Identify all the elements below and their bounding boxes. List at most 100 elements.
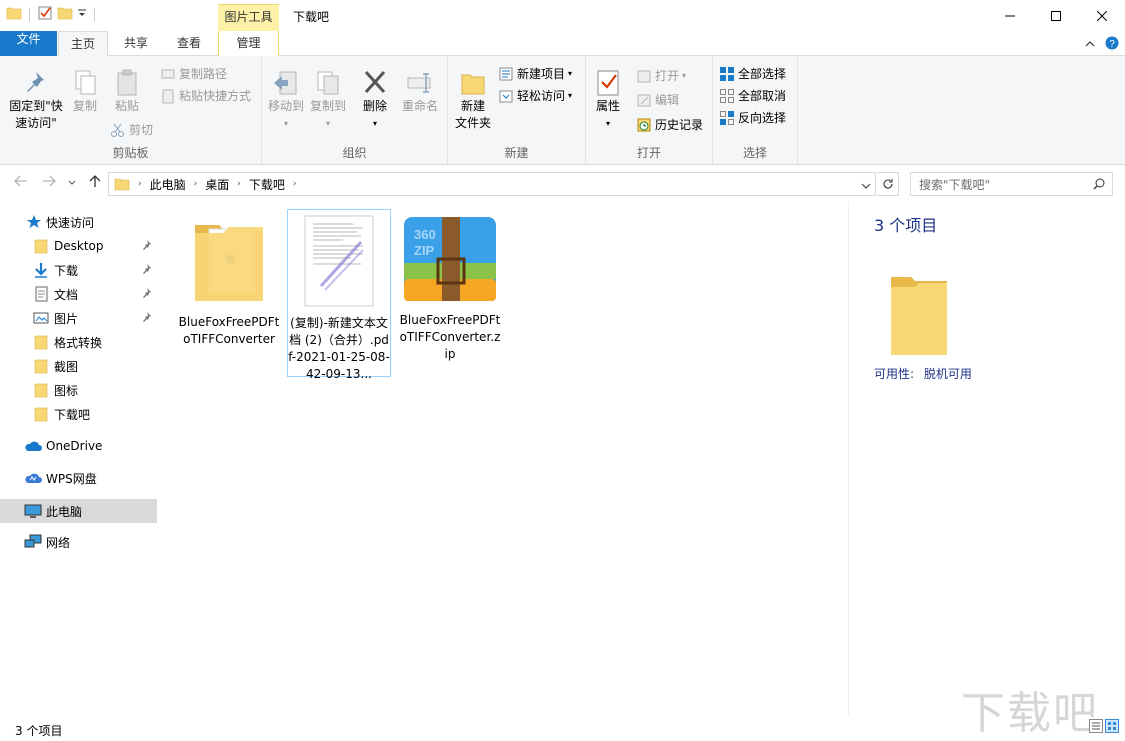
- nav-item-xiazaiba[interactable]: 下载吧: [0, 403, 157, 425]
- list-item[interactable]: (复制)-新建文本文档 (2)（合并）.pdf-2021-01-25-08-42…: [287, 209, 391, 381]
- forward-button[interactable]: [42, 175, 56, 191]
- copy-path-button[interactable]: 复制路径: [160, 65, 227, 82]
- back-button[interactable]: [14, 175, 28, 191]
- breadcrumb-separator: ›: [193, 179, 198, 189]
- nav-item-pictures[interactable]: 图片: [0, 307, 157, 329]
- folder-icon: [34, 383, 48, 398]
- new-item-button[interactable]: 新建项目 ▾: [498, 65, 572, 82]
- nav-network[interactable]: 网络: [0, 531, 157, 553]
- tiff-thumbnail-icon: [304, 215, 374, 307]
- rename-button[interactable]: 重命名: [398, 68, 442, 115]
- tab-home[interactable]: 主页: [58, 31, 108, 57]
- delete-button[interactable]: 删除 ▾: [358, 68, 392, 132]
- help-icon[interactable]: ?: [1105, 36, 1119, 53]
- history-button[interactable]: 历史记录: [636, 116, 703, 133]
- maximize-button[interactable]: [1033, 0, 1079, 31]
- refresh-icon: [883, 179, 893, 189]
- ribbon-tabs: 文件 主页 共享 查看 管理 ?: [0, 31, 1125, 57]
- paste-button[interactable]: 粘贴: [110, 68, 144, 115]
- search-input[interactable]: 搜索"下载吧": [910, 172, 1113, 196]
- copy-button[interactable]: 复制: [68, 68, 102, 115]
- network-icon: [24, 534, 42, 548]
- window-title: 下载吧: [293, 10, 330, 24]
- move-to-button[interactable]: 移动到 ▾: [266, 68, 306, 132]
- cloud-icon: [25, 441, 42, 451]
- cut-button[interactable]: 剪切: [110, 121, 153, 138]
- file-list: BlueFoxFreePDFtoTIFFConverter (复制)-新建文本文…: [158, 201, 848, 716]
- properties-button[interactable]: 属性 ▾: [590, 68, 626, 132]
- nav-item-downloads[interactable]: 下载: [0, 259, 157, 281]
- up-button[interactable]: [89, 174, 101, 192]
- open-button[interactable]: 打开 ▾: [636, 67, 686, 84]
- organize-group: 移动到 ▾ 复制到 ▾ 删除 ▾ 重命名 组织: [262, 56, 448, 165]
- paste-shortcut-button[interactable]: 粘贴快捷方式: [160, 87, 251, 104]
- open-group: 属性 ▾ 打开 ▾ 编辑 历史记录 打开: [586, 56, 713, 165]
- refresh-button[interactable]: [877, 172, 899, 196]
- properties-check-icon[interactable]: [37, 5, 53, 24]
- nav-item-documents[interactable]: 文档: [0, 283, 157, 305]
- invert-selection-button[interactable]: 反向选择: [719, 109, 786, 126]
- select-none-button[interactable]: 全部取消: [719, 87, 786, 104]
- clipboard-group: 固定到"快 速访问" 复制 粘贴 复制路径 粘贴快捷方式 剪切 剪贴板: [0, 56, 262, 165]
- tab-file[interactable]: 文件: [0, 31, 57, 56]
- copy-to-button[interactable]: 复制到 ▾: [308, 68, 348, 132]
- edit-button[interactable]: 编辑: [636, 91, 679, 108]
- collapse-ribbon-icon[interactable]: [1085, 38, 1095, 52]
- list-item[interactable]: 360 ZIP BlueFoxFreePDFtoTIFFConverter.zi…: [398, 211, 502, 371]
- list-item[interactable]: BlueFoxFreePDFtoTIFFConverter: [177, 211, 281, 351]
- select-all-icon: [720, 66, 734, 81]
- new-folder-button[interactable]: 新建 文件夹: [452, 68, 494, 132]
- pin-quick-access-button[interactable]: 固定到"快 速访问": [6, 68, 66, 132]
- large-icons-view-icon[interactable]: [1105, 719, 1119, 736]
- address-row: › 此电脑 › 桌面 › 下载吧 › 搜索"下载吧": [0, 165, 1125, 201]
- pin-icon: [143, 264, 151, 274]
- nav-item-icons[interactable]: 图标: [0, 379, 157, 401]
- select-group: 全部选择 全部取消 反向选择 选择: [713, 56, 798, 165]
- address-bar[interactable]: › 此电脑 › 桌面 › 下载吧 ›: [108, 172, 876, 196]
- chevron-down-icon: [68, 180, 76, 185]
- nav-this-pc[interactable]: 此电脑: [0, 499, 157, 523]
- select-all-button[interactable]: 全部选择: [719, 65, 786, 82]
- customize-dropdown-icon[interactable]: [77, 5, 87, 24]
- folder-icon: [114, 178, 130, 191]
- new-folder-qat-icon[interactable]: [57, 5, 73, 24]
- ribbon-controls: ?: [1085, 36, 1119, 53]
- nav-item-desktop[interactable]: Desktop: [0, 235, 157, 257]
- breadcrumb-desktop[interactable]: 桌面: [205, 176, 229, 193]
- minimize-button[interactable]: [987, 0, 1033, 31]
- select-none-icon: [720, 88, 734, 103]
- svg-text:ZIP: ZIP: [414, 243, 435, 258]
- close-button[interactable]: [1079, 0, 1125, 31]
- nav-wps-cloud[interactable]: WPS网盘: [0, 467, 157, 489]
- group-label: 打开: [636, 146, 661, 160]
- folder-icon: [34, 359, 48, 374]
- breadcrumb-current[interactable]: 下载吧: [249, 176, 285, 193]
- recent-locations-button[interactable]: [68, 176, 76, 192]
- tab-manage[interactable]: 管理: [218, 31, 279, 56]
- nav-item-screenshots[interactable]: 截图: [0, 355, 157, 377]
- nav-quick-access[interactable]: 快速访问: [0, 211, 157, 233]
- divider: [29, 7, 30, 22]
- pin-icon: [143, 312, 151, 322]
- star-icon: [27, 215, 41, 228]
- nav-onedrive[interactable]: OneDrive: [0, 435, 157, 457]
- computer-icon: [24, 504, 42, 518]
- edit-icon: [637, 94, 651, 106]
- breadcrumb-this-pc[interactable]: 此电脑: [150, 176, 186, 193]
- easy-access-button[interactable]: 轻松访问 ▾: [498, 87, 572, 104]
- zip-archive-icon: 360 ZIP: [404, 217, 496, 301]
- nav-item-format-convert[interactable]: 格式转换: [0, 331, 157, 353]
- details-view-icon[interactable]: [1089, 719, 1103, 736]
- breadcrumb-separator: ›: [138, 179, 142, 189]
- scissors-icon: [111, 123, 124, 137]
- picture-tools-header: 图片工具: [218, 4, 279, 31]
- tab-view[interactable]: 查看: [166, 31, 212, 56]
- minimize-icon: [1005, 15, 1015, 16]
- forward-arrow-icon: [43, 175, 56, 187]
- tab-share[interactable]: 共享: [112, 31, 160, 56]
- address-dropdown-icon[interactable]: [861, 179, 871, 193]
- status-bar: 3 个项目 下载吧: [0, 688, 1125, 741]
- window-controls: [987, 0, 1125, 31]
- folder-icon: [34, 407, 48, 422]
- ribbon: 固定到"快 速访问" 复制 粘贴 复制路径 粘贴快捷方式 剪切 剪贴板 移动到 …: [0, 56, 1125, 165]
